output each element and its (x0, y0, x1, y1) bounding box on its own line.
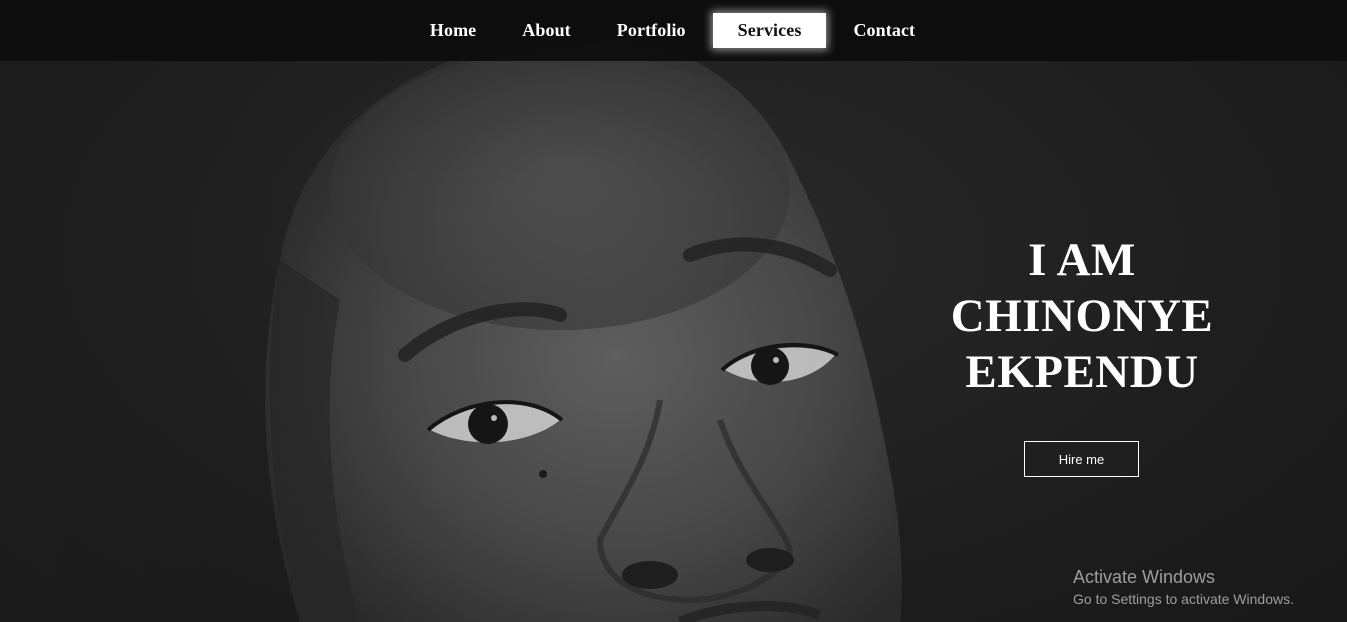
hire-me-button[interactable]: Hire me (1024, 441, 1139, 477)
portfolio-page: Home About Portfolio Services Contact I … (0, 0, 1347, 622)
nav-item-contact[interactable]: Contact (828, 13, 940, 48)
activation-title: Activate Windows (1073, 567, 1216, 587)
nav-item-services[interactable]: Services (712, 13, 827, 48)
hero-title-line-1: I AM (1028, 234, 1136, 286)
nav-item-portfolio[interactable]: Portfolio (592, 13, 711, 48)
hero-heading-block: I AM CHINONYE EKPENDU (900, 232, 1264, 400)
hero-title-line-3: EKPENDU (965, 346, 1199, 398)
top-navbar: Home About Portfolio Services Contact (0, 0, 1347, 61)
hero-title: I AM CHINONYE EKPENDU (900, 232, 1264, 400)
hero-title-line-2: CHINONYE (950, 290, 1214, 342)
nav-item-home[interactable]: Home (405, 13, 501, 48)
nav-item-about[interactable]: About (497, 13, 596, 48)
windows-activation-watermark: Activate Windows Go to Settings to activ… (1073, 566, 1294, 609)
nav-list: Home About Portfolio Services Contact (407, 13, 938, 48)
activation-subtitle: Go to Settings to activate Windows. (1073, 591, 1294, 607)
